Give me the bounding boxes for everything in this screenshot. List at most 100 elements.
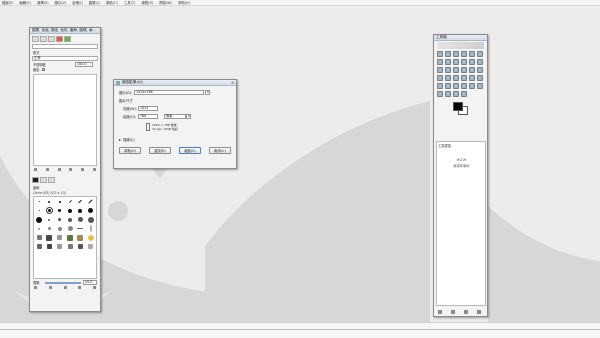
smudge-icon[interactable] xyxy=(453,91,459,97)
channels-tab-icon[interactable] xyxy=(40,36,47,42)
menu-file[interactable]: 檔案(F) xyxy=(2,0,13,5)
expander-triangle-icon[interactable]: ▸ xyxy=(119,137,121,142)
menu-filters[interactable]: 濾鏡(R) xyxy=(141,0,153,5)
brush-item[interactable] xyxy=(36,216,43,223)
eraser-icon[interactable] xyxy=(445,83,451,89)
restore-options-icon[interactable] xyxy=(451,310,455,314)
brush-item[interactable] xyxy=(48,218,51,221)
cage-icon[interactable] xyxy=(445,75,451,81)
airbrush-icon[interactable] xyxy=(453,83,459,89)
brush-item[interactable] xyxy=(47,227,51,230)
brush-item[interactable] xyxy=(77,217,83,222)
ellipse-select-icon[interactable] xyxy=(445,51,451,57)
blur-icon[interactable] xyxy=(445,91,451,97)
unit-select[interactable]: 像素 xyxy=(164,114,186,119)
brush-item[interactable] xyxy=(77,234,84,241)
measure-icon[interactable] xyxy=(469,59,475,65)
color-select-icon[interactable] xyxy=(469,51,475,57)
brush-item[interactable] xyxy=(46,244,52,249)
foreground-select-icon[interactable] xyxy=(437,59,443,65)
raise-layer-icon[interactable] xyxy=(45,168,49,171)
brush-item[interactable] xyxy=(57,226,62,231)
close-icon[interactable]: × xyxy=(230,80,235,85)
unit-chevron-icon[interactable]: ▾ xyxy=(186,114,191,119)
brush-item[interactable] xyxy=(77,228,84,229)
rect-select-icon[interactable] xyxy=(437,51,443,57)
scale-button[interactable]: 縮放(S) xyxy=(179,147,201,154)
pencil-icon[interactable] xyxy=(477,75,483,81)
image-selector[interactable] xyxy=(32,44,98,49)
brush-item[interactable] xyxy=(68,217,73,222)
perspective-clone-icon[interactable] xyxy=(437,91,443,97)
delete-layer-icon[interactable] xyxy=(92,168,96,171)
chevron-down-icon[interactable]: ▾ xyxy=(205,90,210,95)
brush-item[interactable] xyxy=(36,244,42,249)
paintbrush-icon[interactable] xyxy=(437,83,443,89)
brush-grid[interactable] xyxy=(33,196,97,279)
brush-item[interactable] xyxy=(36,235,42,240)
lock-checkbox[interactable] xyxy=(42,68,46,71)
bucket-fill-icon[interactable] xyxy=(461,75,467,81)
patterns-icon[interactable] xyxy=(40,177,47,183)
free-select-icon[interactable] xyxy=(453,51,459,57)
edit-brush-icon[interactable] xyxy=(34,286,37,289)
fuzzy-select-icon[interactable] xyxy=(461,51,467,57)
brush-item[interactable] xyxy=(68,208,73,213)
brush-item[interactable] xyxy=(67,244,73,249)
menu-windows[interactable]: 視窗(W) xyxy=(159,0,172,5)
wilber-drop-zone[interactable] xyxy=(437,42,484,49)
brush-item[interactable] xyxy=(48,200,51,203)
brush-item[interactable] xyxy=(58,218,62,221)
layers-tab-icon[interactable] xyxy=(32,36,39,42)
spacing-value[interactable]: 20.0 xyxy=(83,280,97,285)
menu-layer[interactable]: 圖層(L) xyxy=(89,0,100,5)
brush-item[interactable] xyxy=(78,199,83,204)
brush-item[interactable] xyxy=(57,235,63,240)
delete-brush-icon[interactable] xyxy=(78,286,82,289)
text-icon[interactable] xyxy=(453,75,459,81)
cancel-button[interactable]: 取消(C) xyxy=(209,147,231,154)
lower-layer-icon[interactable] xyxy=(57,168,61,171)
align-icon[interactable] xyxy=(437,67,443,73)
quality-row[interactable]: ▸ 插補(Q) xyxy=(119,136,231,143)
refresh-brushes-icon[interactable] xyxy=(93,286,96,289)
brush-item[interactable] xyxy=(57,244,63,249)
image-select[interactable]: 1024x768 xyxy=(134,90,204,95)
reset-button[interactable]: 重設(R) xyxy=(149,147,171,154)
duplicate-layer-icon[interactable] xyxy=(69,168,73,171)
help-button[interactable]: 求助(H) xyxy=(119,147,141,154)
dodge-burn-icon[interactable] xyxy=(461,91,467,97)
gradients-icon[interactable] xyxy=(48,177,55,183)
menu-image[interactable]: 影像(I) xyxy=(72,0,82,5)
foreground-color-swatch[interactable] xyxy=(453,102,463,111)
new-brush-icon[interactable] xyxy=(48,286,52,289)
move-icon[interactable] xyxy=(477,59,483,65)
width-input[interactable]: 1024 xyxy=(138,106,158,111)
layers-list[interactable] xyxy=(33,74,97,166)
brush-item[interactable] xyxy=(90,225,92,232)
flip-icon[interactable] xyxy=(437,75,443,81)
mode-select[interactable]: 正常 xyxy=(32,56,98,61)
duplicate-brush-icon[interactable] xyxy=(63,286,67,289)
opacity-value[interactable]: 100.0 xyxy=(75,62,93,67)
menu-help[interactable]: 求助(H) xyxy=(178,0,190,5)
brush-item[interactable] xyxy=(46,234,53,241)
brush-item[interactable] xyxy=(77,244,83,249)
new-layer-icon[interactable] xyxy=(34,168,37,171)
clone-icon[interactable] xyxy=(469,83,475,89)
ink-icon[interactable] xyxy=(461,83,467,89)
brush-item[interactable] xyxy=(38,227,41,230)
menu-tools[interactable]: 工具(T) xyxy=(124,0,136,5)
menu-colors[interactable]: 顏色(C) xyxy=(106,0,118,5)
brush-item[interactable] xyxy=(87,216,94,223)
brush-item[interactable] xyxy=(88,208,94,213)
brush-item[interactable] xyxy=(78,208,83,213)
brush-item[interactable] xyxy=(38,210,40,211)
brush-item[interactable] xyxy=(38,201,40,202)
menu-select[interactable]: 選擇(S) xyxy=(37,0,49,5)
height-input[interactable]: 768 xyxy=(138,114,158,119)
brush-item[interactable] xyxy=(68,200,72,203)
brushes-icon[interactable] xyxy=(32,177,39,183)
color-picker-icon[interactable] xyxy=(453,59,459,65)
chain-link-icon[interactable] xyxy=(146,122,150,131)
